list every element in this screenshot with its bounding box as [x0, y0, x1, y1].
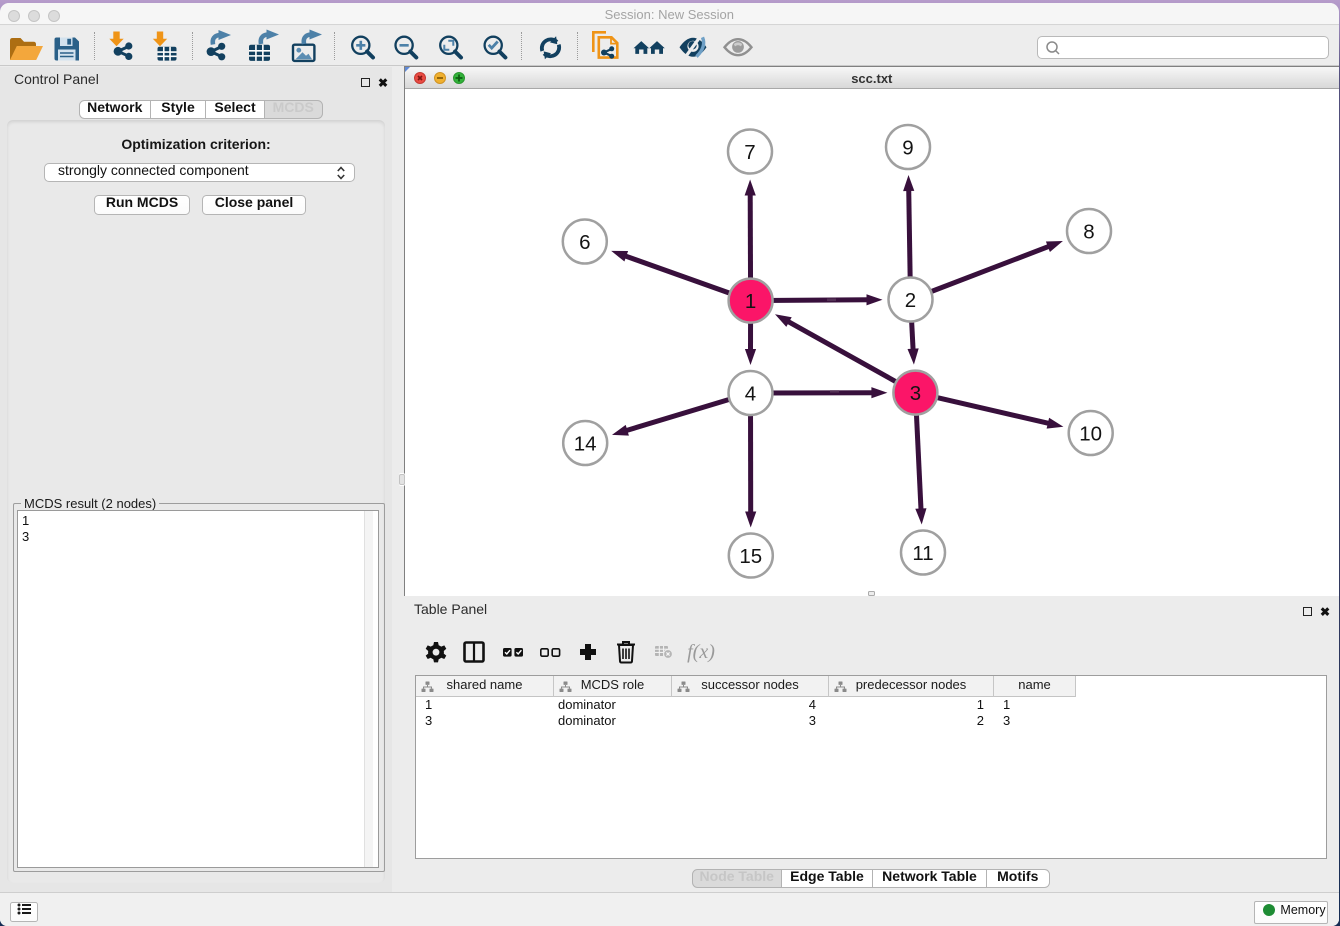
- svg-text:6: 6: [579, 231, 590, 254]
- svg-text:1: 1: [745, 290, 756, 313]
- svg-text:11: 11: [912, 542, 933, 565]
- svg-text:4: 4: [745, 382, 756, 405]
- svg-text:3: 3: [910, 382, 921, 405]
- svg-text:10: 10: [1079, 422, 1102, 445]
- svg-text:14: 14: [574, 432, 597, 455]
- svg-text:8: 8: [1083, 220, 1094, 243]
- svg-text:2: 2: [905, 289, 916, 312]
- svg-text:15: 15: [739, 545, 762, 568]
- svg-text:9: 9: [902, 136, 913, 159]
- svg-text:f(x): f(x): [687, 641, 715, 663]
- svg-text:7: 7: [744, 141, 755, 164]
